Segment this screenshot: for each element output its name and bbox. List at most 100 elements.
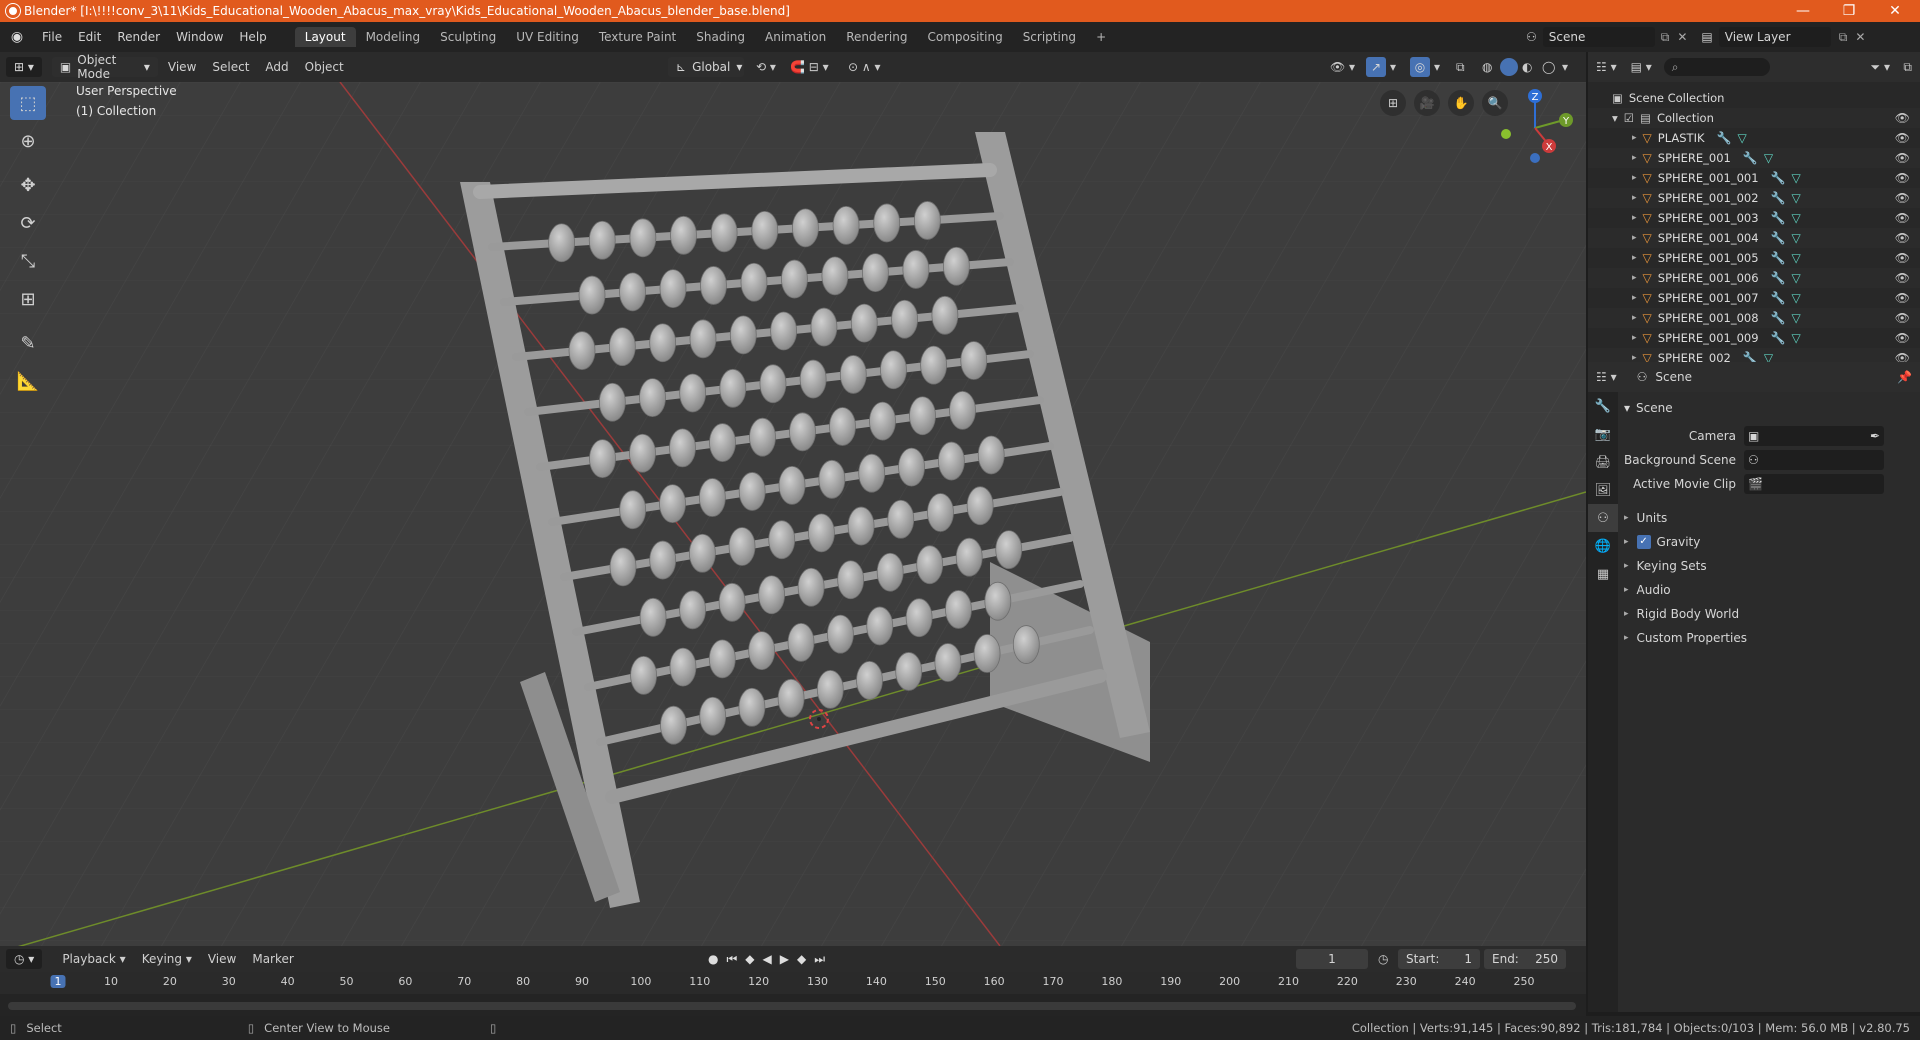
outliner-item[interactable]: ▸ ▽ SPHERE_001_004 🔧 ▽ 👁 <box>1588 228 1920 248</box>
section-rigid-body-world[interactable]: ▸ Rigid Body World <box>1624 602 1914 626</box>
frame-ruler[interactable]: 1 10 20 30 40 50 60 70 80 90 100 110 120 130 140 150 160… <box>0 972 1586 994</box>
next-keyframe-icon[interactable]: ◆ <box>797 952 806 967</box>
outliner-collection[interactable]: ▾ ☑ ▤ Collection 👁 <box>1588 108 1920 128</box>
display-mode-icon[interactable]: ▤ ▾ <box>1631 60 1652 74</box>
scale-tool-icon[interactable]: ⤡ <box>10 244 46 278</box>
outliner-item[interactable]: ▸ ▽ SPHERE_001_007 🔧 ▽ 👁 <box>1588 288 1920 308</box>
filter-icon[interactable]: ⏷ ▾ <box>1871 60 1890 75</box>
pivot-icon[interactable]: ⟲ ▾ <box>756 60 776 74</box>
eye-icon[interactable]: 👁 <box>1895 111 1910 125</box>
orientation-gizmo[interactable]: Z Y X <box>1490 86 1580 166</box>
outliner-item[interactable]: ▸ ▽ SPHERE_001_002 🔧 ▽ 👁 <box>1588 188 1920 208</box>
tab-sculpting[interactable]: Sculpting <box>430 27 506 47</box>
new-view-layer-icon[interactable]: ⧉ <box>1839 30 1848 45</box>
add-workspace-icon[interactable]: + <box>1086 27 1116 47</box>
annotate-tool-icon[interactable]: ✎ <box>10 326 46 360</box>
section-gravity[interactable]: ▸ ✓ Gravity <box>1624 530 1914 554</box>
properties-editor-icon[interactable]: ☷ ▾ <box>1596 370 1617 384</box>
expand-arrow-icon[interactable]: ▸ <box>1632 133 1637 143</box>
menu-add[interactable]: Add <box>257 60 296 74</box>
mesh-data-icon[interactable]: ▽ <box>1792 291 1801 305</box>
tab-scripting[interactable]: Scripting <box>1013 27 1086 47</box>
mesh-data-icon[interactable]: ▽ <box>1792 211 1801 225</box>
modifier-wrench-icon[interactable]: 🔧 <box>1717 131 1732 145</box>
rendered-shading-icon[interactable]: ◯ <box>1542 60 1555 74</box>
menu-marker[interactable]: Marker <box>244 952 301 966</box>
section-custom-properties[interactable]: ▸ Custom Properties <box>1624 626 1914 650</box>
prev-keyframe-icon[interactable]: ◆ <box>745 952 754 967</box>
tab-animation[interactable]: Animation <box>755 27 836 47</box>
tab-rendering[interactable]: Rendering <box>836 27 917 47</box>
outliner-search-input[interactable]: ⌕ <box>1663 58 1770 76</box>
outliner-scene-collection[interactable]: ▣ Scene Collection <box>1588 88 1920 108</box>
outliner-item[interactable]: ▸ ▽ SPHERE_001_009 🔧 ▽ 👁 <box>1588 328 1920 348</box>
timeline-scrollbar[interactable] <box>8 1002 1576 1010</box>
mesh-data-icon[interactable]: ▽ <box>1792 311 1801 325</box>
expand-arrow-icon[interactable]: ▸ <box>1632 313 1637 323</box>
modifier-wrench-icon[interactable]: 🔧 <box>1771 271 1786 285</box>
cursor-tool-icon[interactable]: ⊕ <box>10 124 46 158</box>
output-tab-icon[interactable]: 🖨 <box>1588 448 1618 476</box>
rotate-tool-icon[interactable]: ⟳ <box>10 206 46 240</box>
shading-dropdown-icon[interactable]: ▾ <box>1562 60 1568 74</box>
play-reverse-icon[interactable]: ◀ <box>763 952 772 967</box>
section-units[interactable]: ▸ Units <box>1624 506 1914 530</box>
tab-compositing[interactable]: Compositing <box>917 27 1012 47</box>
transform-orientation-selector[interactable]: ⊾ Global ▾ <box>668 57 744 77</box>
expand-arrow-icon[interactable]: ▸ <box>1632 153 1637 163</box>
background-scene-field[interactable]: ⚇ <box>1744 450 1884 470</box>
proportional-edit-icon[interactable]: ⊙ ∧ ▾ <box>848 60 881 74</box>
scene-panel-header[interactable]: ▾ Scene <box>1624 396 1914 420</box>
section-audio[interactable]: ▸ Audio <box>1624 578 1914 602</box>
collapse-arrow-icon[interactable]: ▾ <box>1612 111 1618 125</box>
end-frame-field[interactable]: End: 250 <box>1484 949 1566 969</box>
view-layer-selector[interactable]: View Layer <box>1718 27 1831 47</box>
tab-texture-paint[interactable]: Texture Paint <box>589 27 686 47</box>
menu-help[interactable]: Help <box>231 30 274 44</box>
editor-type-icon[interactable]: ⊞ ▾ <box>6 57 42 77</box>
solid-shading-icon[interactable] <box>1500 58 1518 76</box>
tab-shading[interactable]: Shading <box>686 27 755 47</box>
scene-selector[interactable]: Scene <box>1542 27 1655 47</box>
modifier-wrench-icon[interactable]: 🔧 <box>1743 151 1758 165</box>
delete-view-layer-icon[interactable]: ✕ <box>1855 30 1865 44</box>
outliner-item[interactable]: ▸ ▽ SPHERE_001_006 🔧 ▽ 👁 <box>1588 268 1920 288</box>
select-box-tool-icon[interactable]: ⬚ <box>10 86 46 120</box>
eye-icon[interactable]: 👁 <box>1895 311 1910 325</box>
section-keying-sets[interactable]: ▸ Keying Sets <box>1624 554 1914 578</box>
snap-icon[interactable]: 🧲 ⊟ ▾ <box>790 60 829 74</box>
render-tab-icon[interactable]: 📷 <box>1588 420 1618 448</box>
mesh-data-icon[interactable]: ▽ <box>1792 231 1801 245</box>
outliner-item[interactable]: ▸ ▽ SPHERE_001_003 🔧 ▽ 👁 <box>1588 208 1920 228</box>
wireframe-shading-icon[interactable]: ◍ <box>1482 60 1492 74</box>
menu-object[interactable]: Object <box>297 60 352 74</box>
mesh-data-icon[interactable]: ▽ <box>1737 131 1746 145</box>
maximize-button[interactable]: ❐ <box>1826 0 1872 22</box>
close-button[interactable]: ✕ <box>1872 0 1918 22</box>
menu-select[interactable]: Select <box>204 60 257 74</box>
grid-view-icon[interactable]: ⊞ <box>1380 90 1406 116</box>
visibility-icon[interactable]: 👁 ▾ <box>1330 60 1355 74</box>
overlay-dropdown-icon[interactable]: ▾ <box>1434 60 1440 74</box>
scene-tab-icon[interactable]: ⚇ <box>1588 504 1618 532</box>
texture-tab-icon[interactable]: ▦ <box>1588 560 1618 588</box>
new-scene-icon[interactable]: ⧉ <box>1661 30 1670 45</box>
mode-selector[interactable]: ▣ Object Mode ▾ <box>51 53 158 81</box>
mesh-data-icon[interactable]: ▽ <box>1792 271 1801 285</box>
expand-arrow-icon[interactable]: ▸ <box>1632 333 1637 343</box>
world-tab-icon[interactable]: 🌐 <box>1588 532 1618 560</box>
mesh-data-icon[interactable]: ▽ <box>1764 151 1773 165</box>
view-layer-tab-icon[interactable]: 🖼 <box>1588 476 1618 504</box>
tab-modeling[interactable]: Modeling <box>356 27 431 47</box>
modifier-wrench-icon[interactable]: 🔧 <box>1771 231 1786 245</box>
mesh-data-icon[interactable]: ▽ <box>1792 191 1801 205</box>
delete-scene-icon[interactable]: ✕ <box>1677 30 1687 44</box>
new-collection-icon[interactable]: ⧉ <box>1903 60 1912 75</box>
modifier-wrench-icon[interactable]: 🔧 <box>1771 291 1786 305</box>
3d-viewport[interactable]: ⬚ ⊕ ✥ ⟳ ⤡ ⊞ ✎ 📐 User Perspective (1) Col… <box>0 82 1586 946</box>
checkbox-icon[interactable]: ☑ <box>1624 111 1634 125</box>
gravity-checkbox[interactable]: ✓ <box>1636 535 1651 549</box>
outliner-item[interactable]: ▸ ▽ SPHERE_001_005 🔧 ▽ 👁 <box>1588 248 1920 268</box>
modifier-wrench-icon[interactable]: 🔧 <box>1771 251 1786 265</box>
timeline-body[interactable]: 1 10 20 30 40 50 60 70 80 90 100 110 120 130 140 150 160… <box>0 972 1586 1016</box>
